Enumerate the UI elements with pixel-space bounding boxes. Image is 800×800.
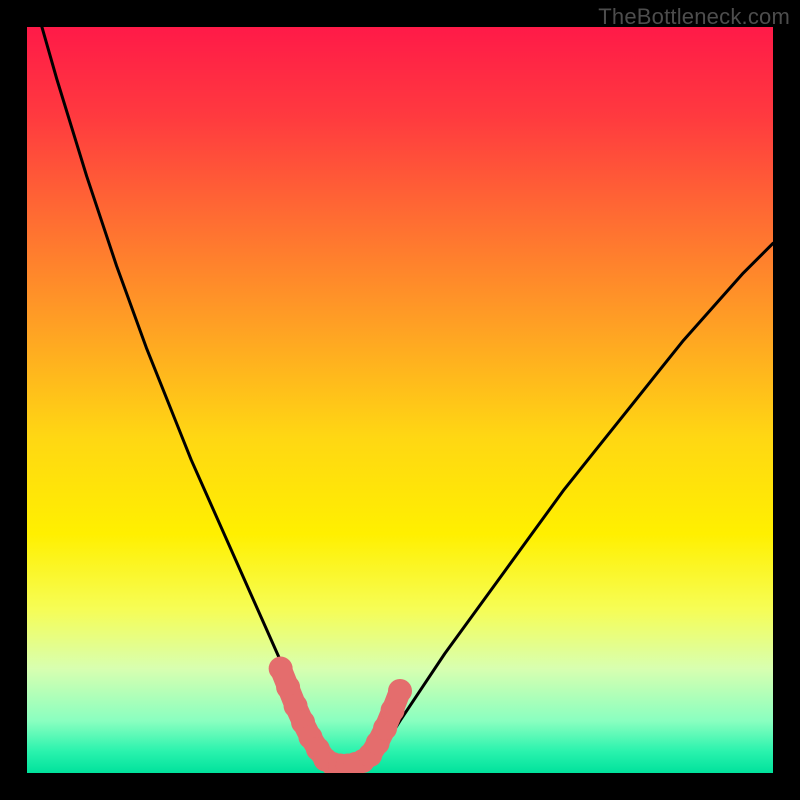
chart-plot-area bbox=[27, 27, 773, 773]
watermark-text: TheBottleneck.com bbox=[598, 4, 790, 30]
chart-svg bbox=[27, 27, 773, 773]
chart-background bbox=[27, 27, 773, 773]
chart-frame: TheBottleneck.com bbox=[0, 0, 800, 800]
